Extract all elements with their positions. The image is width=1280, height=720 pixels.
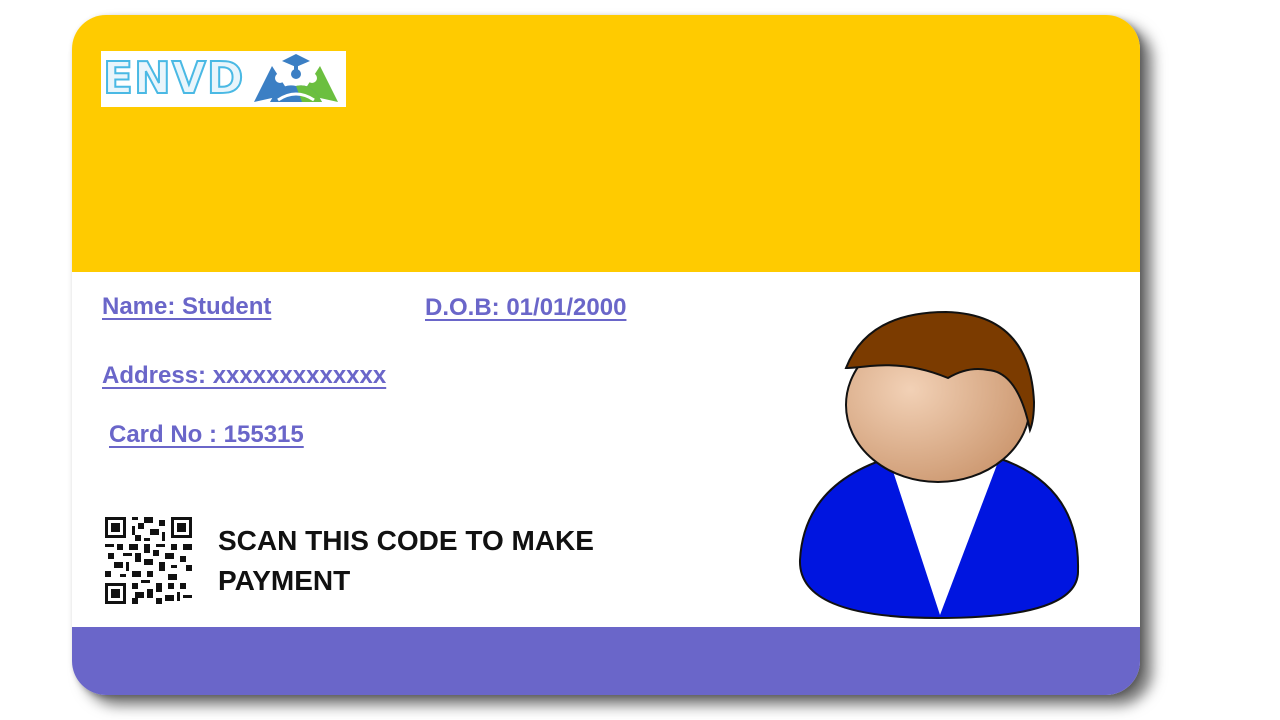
id-card: ENVD Name: Student D.O.B: 01/01/2000 Add…: [72, 15, 1140, 695]
scan-instruction: SCAN THIS CODE TO MAKE PAYMENT: [218, 525, 594, 596]
qr-code-icon[interactable]: [105, 517, 192, 604]
card-number-field[interactable]: Card No : 155315: [109, 421, 304, 449]
person-avatar-icon: [798, 310, 1080, 620]
graduation-people-icon: [254, 54, 339, 102]
dob-field[interactable]: D.O.B: 01/01/2000: [425, 294, 626, 322]
name-field[interactable]: Name: Student: [102, 293, 271, 321]
address-field[interactable]: Address: xxxxxxxxxxxxx: [102, 362, 386, 390]
logo-text: ENVD: [102, 53, 245, 104]
logo: ENVD: [101, 51, 346, 107]
card-footer-band: [72, 627, 1140, 695]
